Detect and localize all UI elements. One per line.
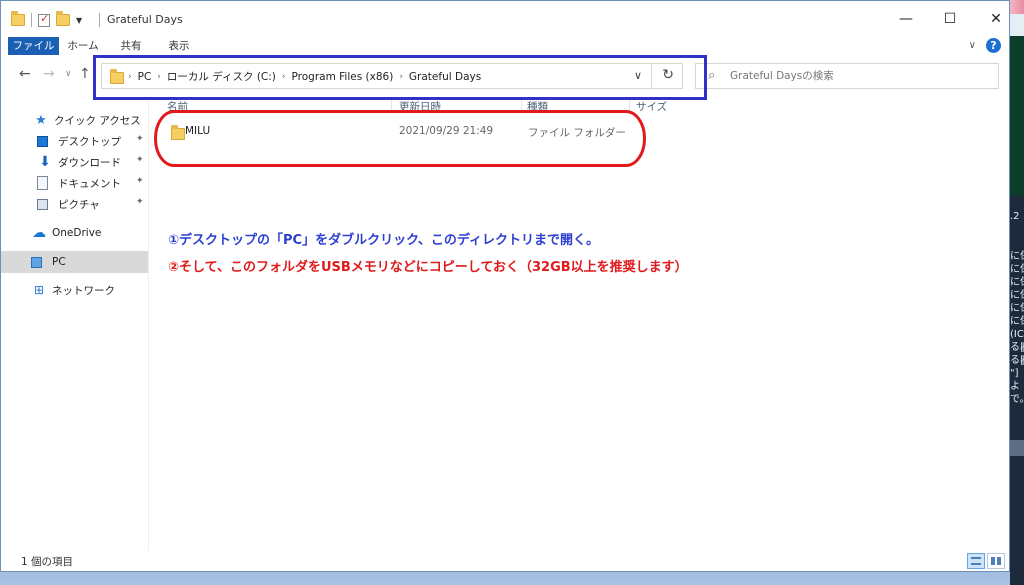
desktop-thumbnail <box>1010 36 1024 196</box>
desktop-text: よ <box>1010 381 1020 392</box>
large-icons-view-button[interactable] <box>987 553 1005 569</box>
desktop-text: に保 <box>1010 290 1024 301</box>
sidebar-item-label: ネットワーク <box>52 284 115 297</box>
pc-icon <box>31 256 42 268</box>
pin-icon[interactable]: ✦ <box>136 134 144 144</box>
pictures-icon <box>37 198 48 210</box>
navigation-pane: ★ クイック アクセス デスクトップ ✦ ⬇ ダウンロード ✦ ドキュメント ✦… <box>1 99 149 551</box>
window-title: Grateful Days <box>107 13 183 26</box>
desktop-text: .2 <box>1010 211 1020 222</box>
forward-button[interactable]: → <box>43 65 55 83</box>
details-view-icon <box>971 557 981 565</box>
toolbar-divider <box>31 13 32 27</box>
star-icon: ★ <box>35 112 47 128</box>
sidebar-item-desktop[interactable]: デスクトップ ✦ <box>1 130 148 152</box>
title-bar: ▼ Grateful Days — ☐ ✕ <box>1 1 1009 37</box>
pin-icon[interactable]: ✦ <box>136 155 144 165</box>
sidebar-item-pictures[interactable]: ピクチャ ✦ <box>1 193 148 215</box>
folder-icon <box>11 11 25 26</box>
new-folder-icon[interactable] <box>56 11 70 26</box>
sidebar-item-label: ドキュメント <box>58 177 121 190</box>
title-divider <box>99 13 100 27</box>
folder-highlight <box>154 110 646 167</box>
cloud-icon: ☁ <box>32 225 46 241</box>
sidebar-item-label: OneDrive <box>52 227 102 239</box>
sidebar-item-onedrive[interactable]: ☁ OneDrive <box>1 222 148 244</box>
minimize-button[interactable]: — <box>883 1 929 37</box>
search-icon: ⌕ <box>708 68 716 83</box>
properties-icon[interactable] <box>38 12 50 27</box>
maximize-button[interactable]: ☐ <box>927 1 973 37</box>
item-count: 1 個の項目 <box>21 556 74 568</box>
sidebar-item-network[interactable]: ⊞ ネットワーク <box>1 279 148 301</box>
address-bar-highlight <box>93 55 707 100</box>
desktop-background-strip: .2 に保 に保 に保 に保 に保 に保 (IC る∦ る∦ "] よ で。 <box>1010 0 1024 585</box>
sidebar-item-documents[interactable]: ドキュメント ✦ <box>1 172 148 194</box>
help-icon[interactable]: ? <box>986 38 1001 53</box>
instruction-note-2: ②そして、このフォルダをUSBメモリなどにコピーしておく（32GB以上を推奨しま… <box>168 260 688 275</box>
sidebar-item-label: ピクチャ <box>58 198 100 211</box>
desktop-text: "] <box>1010 368 1019 379</box>
customize-toolbar-icon[interactable]: ▼ <box>76 16 82 25</box>
column-header-size[interactable]: サイズ <box>629 99 689 113</box>
quick-access-toolbar: ▼ <box>11 11 82 29</box>
pin-icon[interactable]: ✦ <box>136 197 144 207</box>
sidebar-item-label: PC <box>52 256 66 268</box>
tab-share[interactable]: 共有 <box>113 37 149 55</box>
tab-home[interactable]: ホーム <box>63 37 103 55</box>
close-button[interactable]: ✕ <box>973 1 1019 37</box>
large-icons-view-icon <box>991 557 1001 565</box>
up-button[interactable]: ↑ <box>79 65 91 83</box>
desktop-text: る∦ <box>1010 355 1024 366</box>
status-bar: 1 個の項目 <box>1 551 1009 571</box>
expand-ribbon-icon[interactable]: ∨ <box>969 40 976 51</box>
tab-view[interactable]: 表示 <box>161 37 197 55</box>
sidebar-item-label: クイック アクセス <box>54 114 141 127</box>
search-box[interactable]: ⌕ <box>695 63 999 89</box>
sidebar-item-label: ダウンロード <box>58 156 121 169</box>
desktop-icon <box>37 135 48 147</box>
desktop-thumbnail <box>1010 440 1024 456</box>
sidebar-item-pc[interactable]: PC <box>1 251 148 273</box>
desktop-text: に保 <box>1010 264 1024 275</box>
sidebar-item-downloads[interactable]: ⬇ ダウンロード ✦ <box>1 151 148 173</box>
desktop-text: る∦ <box>1010 342 1024 353</box>
sidebar-item-label: デスクトップ <box>58 135 121 148</box>
desktop-text: に保 <box>1010 303 1024 314</box>
pin-icon[interactable]: ✦ <box>136 176 144 186</box>
desktop-text: で。 <box>1010 394 1024 405</box>
network-icon: ⊞ <box>33 283 45 297</box>
document-icon <box>37 176 48 190</box>
download-icon: ⬇ <box>39 154 51 170</box>
desktop-text: に保 <box>1010 316 1024 327</box>
desktop-text: (IC <box>1010 329 1024 340</box>
recent-locations-button[interactable]: ∨ <box>65 65 72 83</box>
search-input[interactable] <box>730 68 990 84</box>
instruction-note-1: ①デスクトップの「PC」をダブルクリック、このディレクトリまで開く。 <box>168 233 599 248</box>
ribbon-controls: ∨ ? <box>969 38 1001 53</box>
tab-file[interactable]: ファイル <box>8 37 59 55</box>
sidebar-item-quick-access[interactable]: ★ クイック アクセス <box>1 109 148 131</box>
back-button[interactable]: ← <box>19 65 31 83</box>
desktop-text: に保 <box>1010 251 1024 262</box>
ribbon-tabs: ファイル ホーム 共有 表示 ∨ ? <box>1 37 1009 55</box>
desktop-text: に保 <box>1010 277 1024 288</box>
details-view-button[interactable] <box>967 553 985 569</box>
